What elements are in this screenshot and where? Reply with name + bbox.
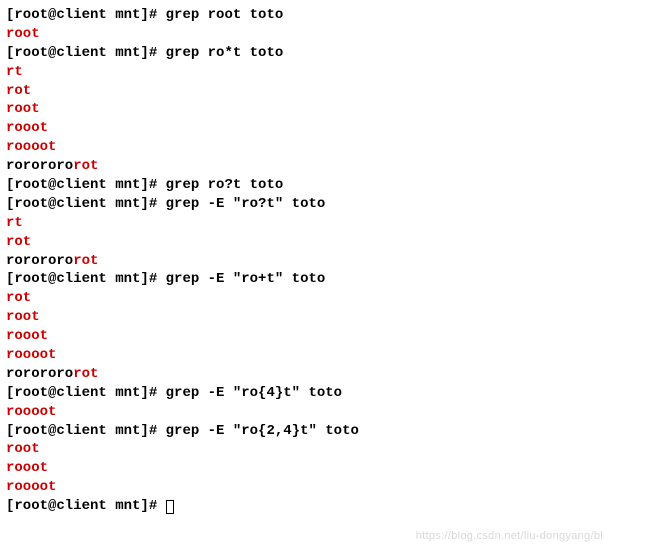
grep-match-text: roooot: [6, 139, 56, 155]
terminal-line: root: [6, 308, 642, 327]
grep-match-text: rot: [73, 158, 98, 174]
shell-prompt: [root@client mnt]#: [6, 385, 166, 401]
terminal-line: roooot: [6, 403, 642, 422]
shell-prompt: [root@client mnt]#: [6, 7, 166, 23]
shell-command: grep ro*t toto: [166, 45, 284, 61]
terminal-line: [root@client mnt]# grep -E "ro+t" toto: [6, 270, 642, 289]
terminal-line: rot: [6, 289, 642, 308]
grep-match-text: rooot: [6, 328, 48, 344]
grep-nomatch-text: rorororo: [6, 158, 73, 174]
shell-command: grep root toto: [166, 7, 284, 23]
grep-match-text: root: [6, 309, 40, 325]
grep-match-text: root: [6, 26, 40, 42]
grep-nomatch-text: rorororo: [6, 366, 73, 382]
terminal-line: root: [6, 440, 642, 459]
terminal-line: [root@client mnt]# grep -E "ro?t" toto: [6, 195, 642, 214]
terminal-line: [root@client mnt]# grep -E "ro{4}t" toto: [6, 384, 642, 403]
terminal-line: roooot: [6, 346, 642, 365]
shell-prompt: [root@client mnt]#: [6, 423, 166, 439]
terminal-line: roooot: [6, 478, 642, 497]
grep-match-text: rooot: [6, 120, 48, 136]
terminal-line: root: [6, 100, 642, 119]
terminal-line: rororororot: [6, 365, 642, 384]
terminal-line: root: [6, 25, 642, 44]
shell-command: grep -E "ro+t" toto: [166, 271, 326, 287]
terminal-line: rt: [6, 214, 642, 233]
grep-nomatch-text: rorororo: [6, 253, 73, 269]
terminal-line: [root@client mnt]# grep root toto: [6, 6, 642, 25]
terminal-line: rot: [6, 82, 642, 101]
terminal-line: rororororot: [6, 157, 642, 176]
terminal-line: rooot: [6, 119, 642, 138]
shell-prompt: [root@client mnt]#: [6, 271, 166, 287]
terminal-line: [root@client mnt]# grep ro*t toto: [6, 44, 642, 63]
terminal-line: [root@client mnt]# grep ro?t toto: [6, 176, 642, 195]
grep-match-text: rt: [6, 64, 23, 80]
grep-match-text: rot: [73, 366, 98, 382]
grep-match-text: rot: [6, 234, 31, 250]
shell-prompt: [root@client mnt]#: [6, 177, 166, 193]
grep-match-text: roooot: [6, 347, 56, 363]
grep-match-text: rot: [73, 253, 98, 269]
shell-prompt: [root@client mnt]#: [6, 498, 166, 514]
grep-match-text: rt: [6, 215, 23, 231]
grep-match-text: rooot: [6, 460, 48, 476]
shell-command: grep -E "ro{4}t" toto: [166, 385, 342, 401]
shell-prompt: [root@client mnt]#: [6, 196, 166, 212]
terminal-line: rororororot: [6, 252, 642, 271]
grep-match-text: roooot: [6, 479, 56, 495]
grep-match-text: root: [6, 441, 40, 457]
terminal-line: roooot: [6, 138, 642, 157]
grep-match-text: roooot: [6, 404, 56, 420]
terminal-line: rot: [6, 233, 642, 252]
shell-prompt: [root@client mnt]#: [6, 45, 166, 61]
terminal-line: rt: [6, 63, 642, 82]
terminal-line: rooot: [6, 327, 642, 346]
terminal-output: [root@client mnt]# grep root totoroot[ro…: [6, 6, 642, 516]
cursor-icon: [166, 500, 174, 514]
terminal-line: [root@client mnt]# grep -E "ro{2,4}t" to…: [6, 422, 642, 441]
shell-command: grep -E "ro?t" toto: [166, 196, 326, 212]
shell-command: grep -E "ro{2,4}t" toto: [166, 423, 359, 439]
terminal-line: [root@client mnt]#: [6, 497, 642, 516]
grep-match-text: root: [6, 101, 40, 117]
terminal-line: rooot: [6, 459, 642, 478]
grep-match-text: rot: [6, 290, 31, 306]
shell-command: grep ro?t toto: [166, 177, 284, 193]
grep-match-text: rot: [6, 83, 31, 99]
watermark-text: https://blog.csdn.net/liu-dongyang/bl: [416, 529, 603, 544]
